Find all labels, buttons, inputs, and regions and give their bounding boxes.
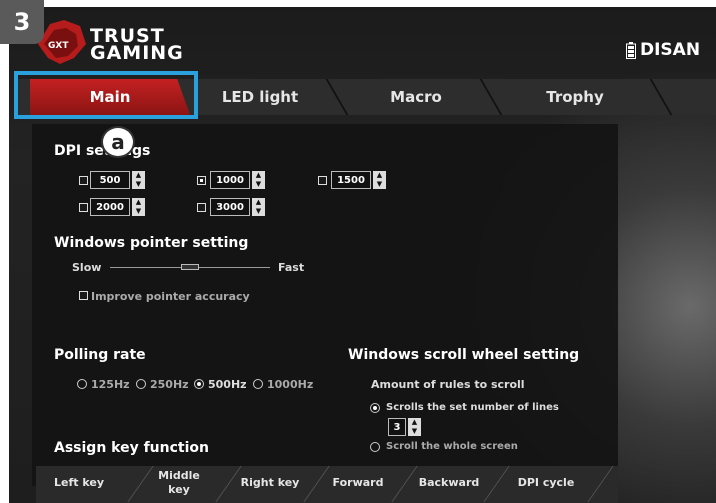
dpi-stepper-1500[interactable]: 1500 ▲ ▼: [331, 171, 386, 189]
polling-radio-250[interactable]: [136, 379, 146, 389]
dpi-checkbox-3000[interactable]: [197, 203, 206, 212]
polling-label-1000: 1000Hz: [267, 378, 314, 391]
stepper-arrows-icon[interactable]: ▲ ▼: [132, 198, 145, 216]
dpi-stepper-3000[interactable]: 3000 ▲ ▼: [210, 198, 265, 216]
slider-fast-label: Fast: [278, 261, 305, 274]
scroll-screen-radio[interactable]: [370, 442, 380, 452]
dpi-stepper-2000[interactable]: 2000 ▲ ▼: [90, 198, 145, 216]
polling-radio-500[interactable]: [194, 379, 204, 389]
dpi-value-1000[interactable]: 1000: [210, 171, 250, 189]
device-status: DISAN: [626, 40, 700, 60]
pointer-accuracy-label: Improve pointer accuracy: [91, 290, 250, 303]
scroll-lines-radio[interactable]: [370, 403, 380, 413]
pointer-accuracy-checkbox[interactable]: [79, 291, 88, 300]
tab-led-light[interactable]: LED light: [200, 79, 320, 115]
dpi-checkbox-2000[interactable]: [79, 203, 88, 212]
scroll-wheel-title: Windows scroll wheel setting: [348, 347, 580, 363]
stepper-arrows-icon[interactable]: ▲ ▼: [132, 171, 145, 189]
scroll-lines-value[interactable]: 3: [388, 418, 406, 436]
battery-icon: [626, 41, 636, 59]
polling-radio-1000[interactable]: [253, 379, 263, 389]
tab-trophy-label: Trophy: [546, 88, 604, 106]
stepper-arrows-icon[interactable]: ▲ ▼: [373, 171, 386, 189]
tab-led-light-label: LED light: [221, 88, 299, 106]
key-dpi-cycle[interactable]: DPI cycle: [504, 466, 588, 500]
dpi-stepper-500[interactable]: 500 ▲ ▼: [90, 171, 145, 189]
dpi-stepper-1000[interactable]: 1000 ▲ ▼: [210, 171, 265, 189]
tab-highlight-frame: [14, 71, 198, 119]
tab-macro[interactable]: Macro: [356, 79, 476, 115]
dpi-checkbox-1000[interactable]: [197, 176, 206, 185]
dpi-value-2000[interactable]: 2000: [90, 198, 130, 216]
stepper-arrows-icon[interactable]: ▲ ▼: [252, 198, 265, 216]
brand-logo-text: TRUST GAMING: [90, 27, 184, 64]
key-forward[interactable]: Forward: [322, 466, 394, 500]
device-name: DISAN: [640, 40, 701, 60]
callout-marker: a: [101, 126, 135, 158]
dpi-checkbox-500[interactable]: [79, 176, 88, 185]
svg-text:GXT: GXT: [48, 41, 69, 51]
stepper-arrows-icon[interactable]: ▲ ▼: [408, 418, 421, 436]
pointer-setting-title: Windows pointer setting: [54, 235, 249, 251]
tab-macro-label: Macro: [390, 88, 442, 106]
dpi-value-1500[interactable]: 1500: [331, 171, 371, 189]
scroll-lines-label: Scrolls the set number of lines: [386, 402, 559, 413]
polling-radio-125[interactable]: [77, 379, 87, 389]
step-number-badge: 3: [0, 0, 44, 44]
key-left[interactable]: Left key: [40, 466, 118, 500]
screenshot-frame: 3 GXT TRUST GAMING DISAN Main LED light …: [0, 0, 716, 503]
assign-key-title: Assign key function: [54, 440, 209, 456]
brand-line2: GAMING: [90, 42, 184, 64]
slider-slow-label: Slow: [72, 261, 102, 274]
polling-label-500: 500Hz: [208, 378, 247, 391]
polling-label-250: 250Hz: [150, 378, 189, 391]
polling-rate-title: Polling rate: [54, 347, 146, 363]
dpi-value-3000[interactable]: 3000: [210, 198, 250, 216]
stepper-arrows-icon[interactable]: ▲ ▼: [252, 171, 265, 189]
polling-label-125: 125Hz: [91, 378, 130, 391]
dpi-checkbox-1500[interactable]: [318, 176, 327, 185]
scroll-subtitle: Amount of rules to scroll: [371, 378, 525, 391]
dpi-value-500[interactable]: 500: [90, 171, 130, 189]
tab-trophy[interactable]: Trophy: [515, 79, 635, 115]
scroll-screen-label: Scroll the whole screen: [386, 441, 518, 452]
scroll-lines-stepper[interactable]: 3 ▲ ▼: [388, 418, 421, 436]
pointer-speed-slider-handle[interactable]: [181, 264, 199, 270]
key-backward[interactable]: Backward: [410, 466, 488, 500]
key-right[interactable]: Right key: [232, 466, 308, 500]
key-middle[interactable]: Middle key: [150, 466, 208, 500]
